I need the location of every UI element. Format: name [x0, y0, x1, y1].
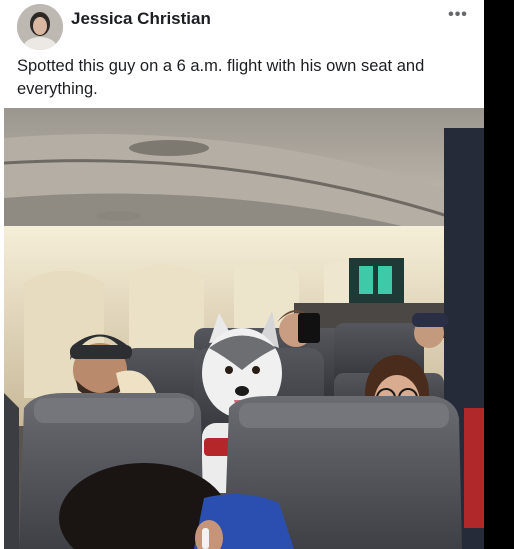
- post-card: Jessica Christian ••• Spotted this guy o…: [0, 0, 484, 549]
- post-text: Spotted this guy on a 6 a.m. flight with…: [17, 57, 425, 98]
- airplane-cabin-photo: [4, 108, 484, 549]
- avatar-image: [17, 4, 63, 50]
- post-header: Jessica Christian •••: [0, 0, 484, 56]
- author-name[interactable]: Jessica Christian: [71, 9, 211, 29]
- ellipsis-icon: •••: [448, 6, 468, 23]
- post-photo[interactable]: [4, 108, 484, 549]
- screen-edge: [484, 0, 514, 549]
- more-options-button[interactable]: •••: [440, 4, 476, 26]
- avatar[interactable]: [17, 4, 63, 50]
